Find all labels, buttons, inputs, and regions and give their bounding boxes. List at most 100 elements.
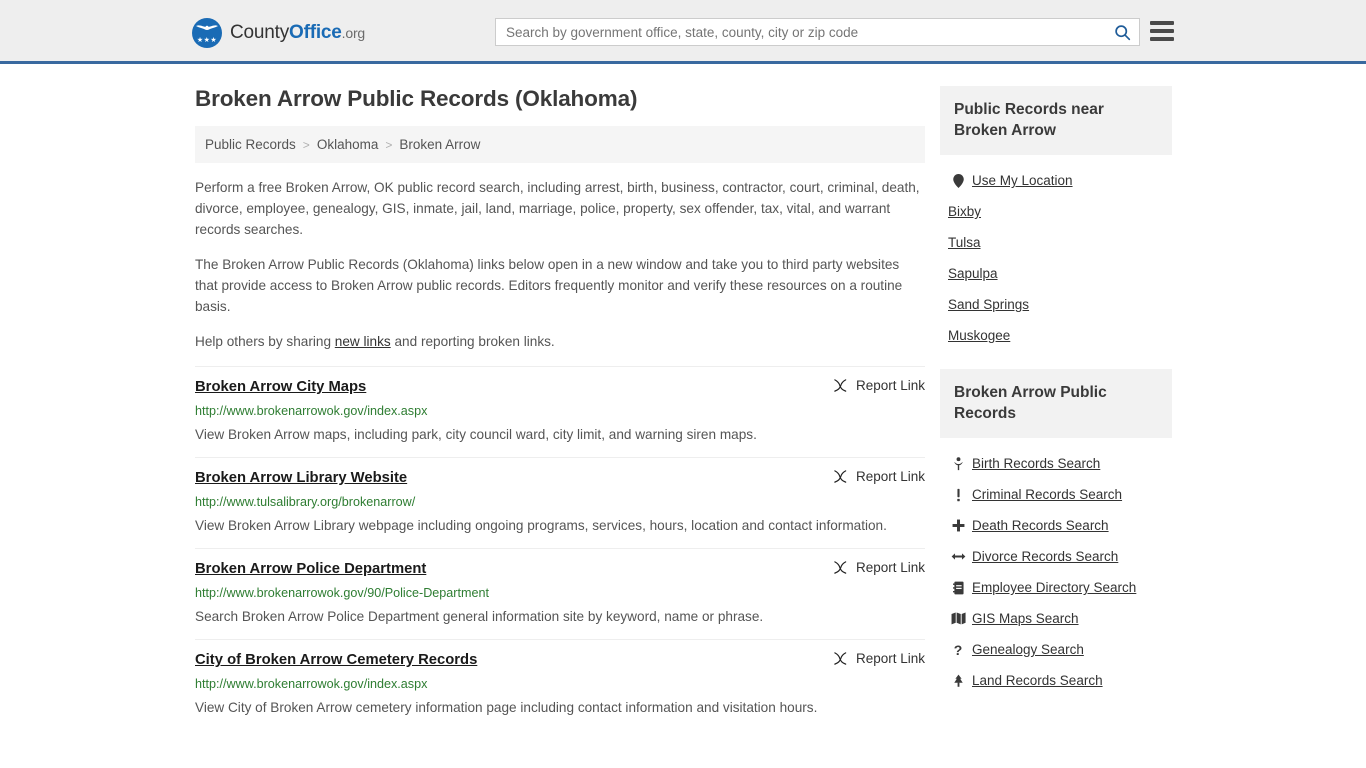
folded-map-icon [948,612,968,625]
report-link-button[interactable]: Report Link [833,469,925,484]
sidebar-link-label[interactable]: GIS Maps Search [972,611,1079,626]
sidebar-item-criminal-records[interactable]: Criminal Records Search [940,479,1172,510]
sidebar-link-label[interactable]: Tulsa [948,235,981,250]
sidebar-item-tulsa[interactable]: Tulsa [940,227,1172,258]
result-title-link[interactable]: Broken Arrow City Maps [195,377,366,397]
broken-link-icon [834,652,847,665]
map-pin-glyph [952,173,964,188]
result-url[interactable]: http://www.brokenarrowok.gov/index.aspx [195,676,925,692]
result-url[interactable]: http://www.tulsalibrary.org/brokenarrow/ [195,494,925,510]
result-url[interactable]: http://www.brokenarrowok.gov/90/Police-D… [195,585,925,601]
sidebar-item-employee-directory[interactable]: Employee Directory Search [940,572,1172,603]
result-header: Broken Arrow Library Website Report Link [195,468,925,488]
breadcrumb-item-2: Broken Arrow [399,137,481,152]
sidebar-link-label[interactable]: Use My Location [972,173,1073,188]
sidebar-item-sapulpa[interactable]: Sapulpa [940,258,1172,289]
sidebar-item-land-records[interactable]: Land Records Search [940,665,1172,696]
baby-icon [948,456,968,471]
help-line: Help others by sharing new links and rep… [195,331,925,352]
report-link-button[interactable]: Report Link [833,378,925,393]
search-input[interactable] [496,19,1105,45]
search-button[interactable] [1105,19,1139,45]
sidebar-item-muskogee[interactable]: Muskogee [940,320,1172,351]
sidebar-link-label[interactable]: Bixby [948,204,981,219]
folded-map-glyph [951,612,966,625]
new-links-link[interactable]: new links [335,334,391,349]
result-url[interactable]: http://www.brokenarrowok.gov/index.aspx [195,403,925,419]
breadcrumb: Public Records > Oklahoma > Broken Arrow [195,126,925,163]
cross-icon [948,519,968,532]
sidebar-link-label[interactable]: Genealogy Search [972,642,1084,657]
sidebar-item-divorce-records[interactable]: Divorce Records Search [940,541,1172,572]
breadcrumb-item-1[interactable]: Oklahoma [317,137,379,152]
search-icon [1114,24,1130,40]
sidebar-item-bixby[interactable]: Bixby [940,196,1172,227]
sidebar-divider [940,355,1172,369]
hamburger-bar-1 [1150,21,1174,25]
help-line-before: Help others by sharing [195,334,335,349]
search-bar[interactable] [495,18,1140,46]
breadcrumb-separator-1: > [385,137,393,152]
map-pin-icon [948,173,968,188]
question-mark-icon: ? [948,643,968,657]
cross-glyph [952,519,964,532]
intro-paragraph-1: Perform a free Broken Arrow, OK public r… [195,180,920,237]
sidebar-link-label[interactable]: Sand Springs [948,297,1029,312]
result-title-link[interactable]: Broken Arrow Police Department [195,559,426,579]
baby-glyph [954,456,962,470]
result-header: Broken Arrow Police Department Report Li… [195,559,925,579]
report-link-label: Report Link [855,469,925,484]
site-logo[interactable]: ★★★ CountyOffice.org [192,18,365,48]
sidebar-link-label[interactable]: Muskogee [948,328,1010,343]
left-right-arrow-glyph [951,553,965,560]
logo-text-county: County [230,22,290,43]
sidebar-item-gis-maps[interactable]: GIS Maps Search [940,603,1172,634]
help-line-after: and reporting broken links. [390,334,555,349]
logo-text-office: Office [289,22,342,43]
sidebar-link-label[interactable]: Sapulpa [948,266,998,281]
sidebar-item-death-records[interactable]: Death Records Search [940,510,1172,541]
hamburger-bar-2 [1150,29,1174,33]
result-title-link[interactable]: City of Broken Arrow Cemetery Records [195,650,477,670]
sidebar-nearby-list: Use My Location Bixby Tulsa Sapulpa Sand… [940,155,1172,355]
result-description: View City of Broken Arrow cemetery infor… [195,700,818,715]
sidebar-item-sand-springs[interactable]: Sand Springs [940,289,1172,320]
result-title-link[interactable]: Broken Arrow Library Website [195,468,407,488]
logo-wordmark: CountyOffice.org [230,22,365,44]
sidebar-item-genealogy[interactable]: ? Genealogy Search [940,634,1172,665]
broken-link-icon [834,379,847,392]
result-item: Broken Arrow City Maps Report Link http:… [195,366,925,457]
exclamation-icon [948,488,968,502]
sidebar-item-use-my-location[interactable]: Use My Location [940,165,1172,196]
sidebar-link-label[interactable]: Divorce Records Search [972,549,1118,564]
tree-icon [948,674,968,688]
sidebar-item-birth-records[interactable]: Birth Records Search [940,448,1172,479]
result-item: Broken Arrow Police Department Report Li… [195,548,925,639]
sidebar-link-label[interactable]: Land Records Search [972,673,1103,688]
broken-link-icon [834,470,847,483]
result-description: View Broken Arrow maps, including park, … [195,427,757,442]
report-link-label: Report Link [855,378,925,393]
eagle-seal-icon: ★★★ [192,18,222,48]
result-description: View Broken Arrow Library webpage includ… [195,518,887,533]
sidebar-link-label[interactable]: Death Records Search [972,518,1109,533]
sidebar-records-heading: Broken Arrow Public Records [940,369,1172,438]
sidebar-records-list: Birth Records Search Criminal Records Se… [940,438,1172,700]
result-header: Broken Arrow City Maps Report Link [195,377,925,397]
report-link-button[interactable]: Report Link [833,560,925,575]
hamburger-bar-3 [1150,37,1174,41]
sidebar-link-label[interactable]: Birth Records Search [972,456,1100,471]
hamburger-menu-icon[interactable] [1150,21,1174,41]
sidebar-nearby-heading: Public Records near Broken Arrow [940,86,1172,155]
intro-paragraph-2: The Broken Arrow Public Records (Oklahom… [195,257,903,314]
breadcrumb-item-0[interactable]: Public Records [205,137,296,152]
breadcrumb-separator-0: > [302,137,310,152]
report-link-label: Report Link [855,560,925,575]
sidebar: Public Records near Broken Arrow Use My … [940,86,1172,700]
main-content: Broken Arrow Public Records (Oklahoma) P… [195,86,925,730]
result-description: Search Broken Arrow Police Department ge… [195,609,764,624]
result-header: City of Broken Arrow Cemetery Records Re… [195,650,925,670]
report-link-button[interactable]: Report Link [833,651,925,666]
sidebar-link-label[interactable]: Criminal Records Search [972,487,1122,502]
sidebar-link-label[interactable]: Employee Directory Search [972,580,1136,595]
